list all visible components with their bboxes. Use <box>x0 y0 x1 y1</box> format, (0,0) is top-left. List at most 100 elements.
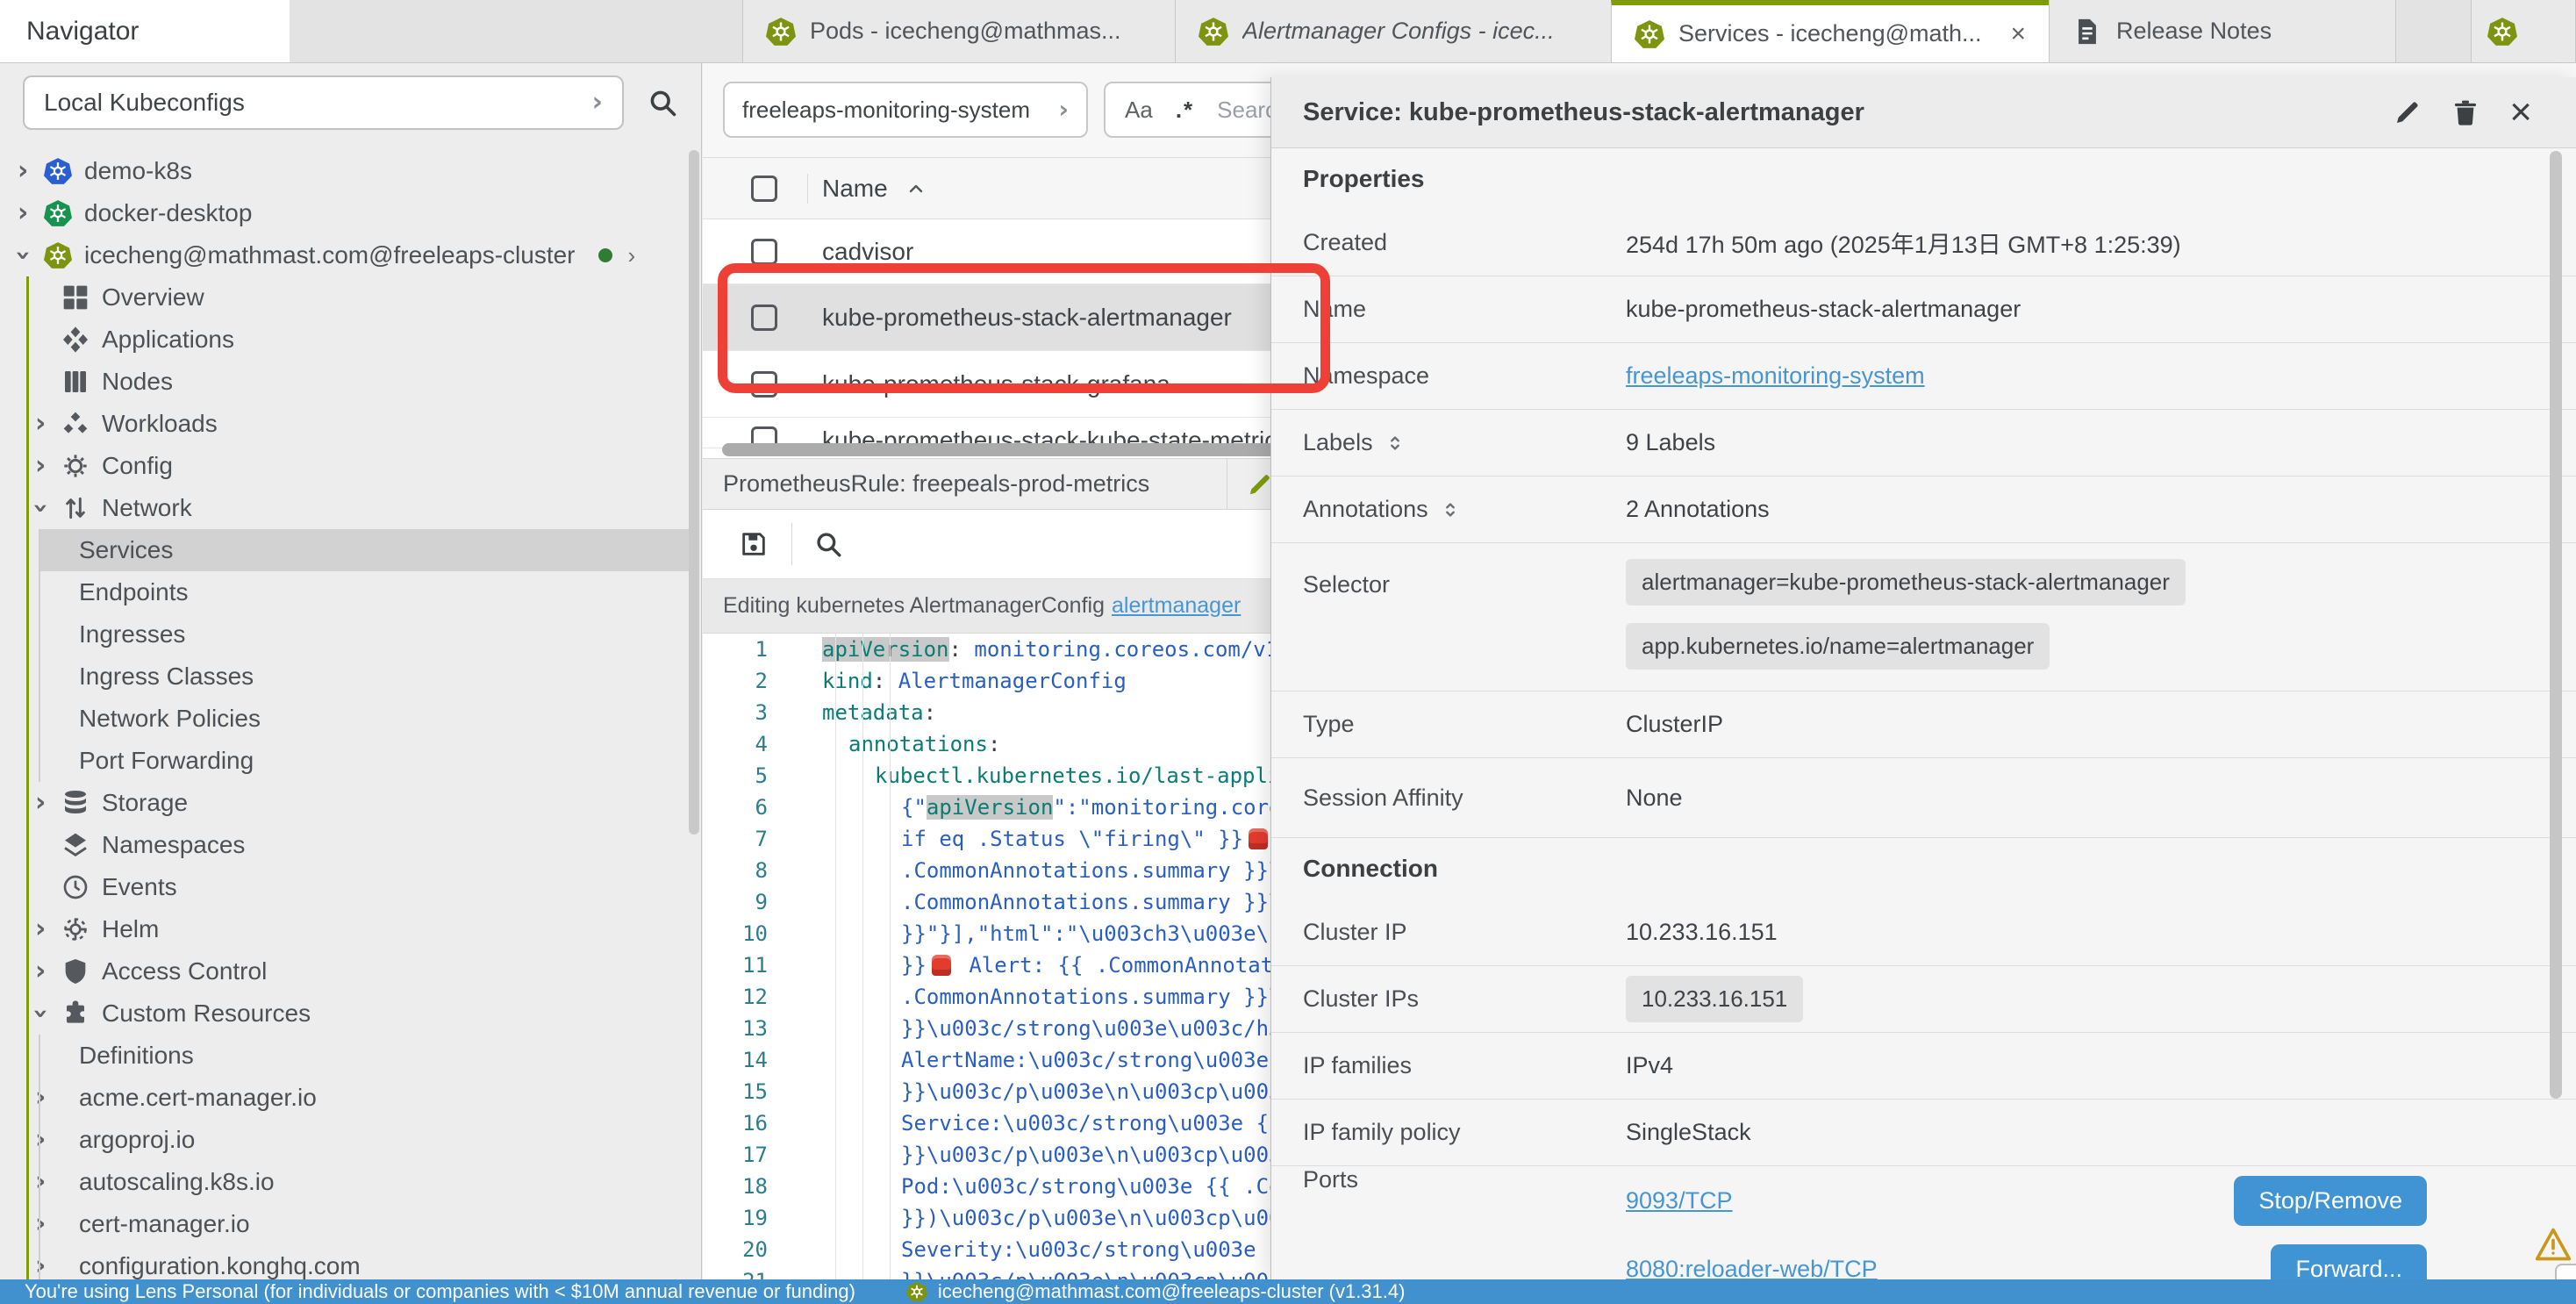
sort-arrows-icon[interactable] <box>1385 433 1405 453</box>
save-icon[interactable] <box>739 529 769 559</box>
property-label-text: Cluster IP <box>1303 919 1407 946</box>
sidebar-item-definitions[interactable]: Definitions <box>0 1035 689 1077</box>
sidebar-item-custom-resources[interactable]: › Custom Resources <box>0 992 689 1035</box>
drawer-title: Service: kube-prometheus-stack-alertmana… <box>1303 98 1864 127</box>
close-icon[interactable]: × <box>2509 93 2532 132</box>
property-label-text: Created <box>1303 229 1387 256</box>
sidebar-item-label: Nodes <box>102 368 173 396</box>
chevron-right-icon[interactable]: › <box>35 790 61 816</box>
column-header-name[interactable]: Name <box>822 175 888 203</box>
property-label-text: Labels <box>1303 429 1373 456</box>
sidebar-item-ingresses[interactable]: Ingresses <box>0 613 689 656</box>
sidebar-item-config[interactable]: ›Config <box>0 445 689 487</box>
close-tab-icon[interactable]: × <box>1998 19 2026 49</box>
sidebar-item-label: Network <box>102 494 192 522</box>
sidebar-item-helm[interactable]: ›Helm <box>0 908 689 950</box>
chevron-right-icon[interactable]: › <box>18 200 44 226</box>
select-all-checkbox[interactable] <box>751 176 777 202</box>
sidebar-item-nodes[interactable]: Nodes <box>0 361 689 403</box>
sidebar-item-overview[interactable]: Overview <box>0 276 689 319</box>
sidebar-item-autoscaling-k8s-io[interactable]: ›autoscaling.k8s.io <box>0 1161 689 1203</box>
property-row-cluster-ip: Cluster IP10.233.16.151 <box>1271 899 2576 966</box>
chevron-right-icon[interactable]: › <box>35 453 61 479</box>
active-cluster-status[interactable]: icecheng@mathmast.com@freeleaps-cluster … <box>906 1280 1406 1303</box>
sidebar-item-configuration-konghq-com[interactable]: ›configuration.konghq.com <box>0 1245 689 1279</box>
chevron-down-icon[interactable]: › <box>35 1000 61 1027</box>
chevron-down-icon[interactable]: › <box>18 242 44 269</box>
property-row-created: Created254d 17h 50m ago (2025年1月13日 GMT+… <box>1271 210 2576 276</box>
sidebar-item-demo-k8s[interactable]: ›demo-k8s <box>0 150 689 192</box>
sidebar-item-acme-cert-manager-io[interactable]: ›acme.cert-manager.io <box>0 1077 689 1119</box>
sidebar-item-label: Custom Resources <box>102 999 311 1028</box>
tab-label: Alertmanager Configs - icec... <box>1242 18 1555 45</box>
row-checkbox[interactable] <box>751 239 777 265</box>
sidebar-scrollbar[interactable] <box>689 150 699 835</box>
property-label-text: Ports <box>1303 1166 1358 1193</box>
editor-search-icon[interactable] <box>813 529 843 559</box>
pencil-icon[interactable] <box>1247 471 1273 498</box>
line-number: 11 <box>703 953 794 978</box>
tab-Services - icecheng@math...[interactable]: Services - icecheng@math...× <box>1611 0 2050 62</box>
sidebar-item-label: Events <box>102 873 177 901</box>
chevron-right-icon[interactable]: › <box>35 958 61 985</box>
namespace-link[interactable]: freeleaps-monitoring-system <box>1626 362 1925 389</box>
sidebar-item-workloads[interactable]: ›Workloads <box>0 403 689 445</box>
sidebar-item-cert-manager-io[interactable]: ›cert-manager.io <box>0 1203 689 1245</box>
sidebar-item-network-policies[interactable]: Network Policies <box>0 698 689 740</box>
delete-service-icon[interactable] <box>2451 98 2479 126</box>
search-icon[interactable] <box>647 87 678 118</box>
sidebar-item-ingress-classes[interactable]: Ingress Classes <box>0 656 689 698</box>
sidebar-item-docker-desktop[interactable]: › docker-desktop <box>0 192 689 234</box>
sidebar-item-events[interactable]: Events <box>0 866 689 908</box>
chevron-right-icon[interactable]: › <box>628 242 636 269</box>
sidebar-item-label: autoscaling.k8s.io <box>79 1168 275 1196</box>
port-link[interactable]: 8080:reloader-web/TCP <box>1626 1256 1878 1280</box>
k8s-icon <box>44 157 72 185</box>
chevron-glyph: › <box>35 411 46 437</box>
edit-service-icon[interactable] <box>2394 98 2422 126</box>
sidebar-item-applications[interactable]: Applications <box>0 319 689 361</box>
tab-label: Release Notes <box>2116 18 2272 45</box>
regex-icon[interactable]: .* <box>1176 97 1194 124</box>
sidebar-item-services[interactable]: Services <box>0 529 689 571</box>
tab-label: Pods - icecheng@mathmas... <box>810 18 1121 45</box>
sidebar-item-access-control[interactable]: ›Access Control <box>0 950 689 992</box>
chevron-right-icon[interactable]: › <box>18 158 44 184</box>
stop-remove-button[interactable]: Stop/Remove <box>2234 1176 2427 1226</box>
sidebar-item-port-forwarding[interactable]: Port Forwarding <box>0 740 689 782</box>
tab-Release Notes[interactable]: Release Notes <box>2049 0 2396 62</box>
code-text: if eq .Status \"firing\" }} <box>794 827 1273 851</box>
sidebar-item-icecheng-mathmast-com-freeleaps-cluster[interactable]: ›icecheng@mathmast.com@freeleaps-cluster… <box>0 234 689 276</box>
sidebar-item-storage[interactable]: ›Storage <box>0 782 689 824</box>
document-icon <box>2072 17 2102 47</box>
chevron-right-icon[interactable]: › <box>35 916 61 942</box>
line-number: 5 <box>703 763 794 788</box>
sidebar-item-argoproj-io[interactable]: ›argoproj.io <box>0 1119 689 1161</box>
line-number: 9 <box>703 890 794 914</box>
tab-Pods - icecheng@mathmas...[interactable]: Pods - icecheng@mathmas... <box>742 0 1176 62</box>
port-link[interactable]: 9093/TCP <box>1626 1187 1733 1214</box>
code-token: Pod:\u003c/strong\u003e {{ .Co <box>901 1174 1281 1199</box>
service-name: cadvisor <box>822 238 913 266</box>
kubeconfig-selector[interactable]: Local Kubeconfigs ›︎ <box>23 75 624 130</box>
sidebar-item-label: Definitions <box>79 1042 194 1070</box>
sidebar-item-endpoints[interactable]: Endpoints <box>0 571 689 613</box>
drawer-scrollbar[interactable] <box>2550 151 2562 1099</box>
sidebar-item-namespaces[interactable]: Namespaces <box>0 824 689 866</box>
sidebar-item-label: docker-desktop <box>84 199 252 227</box>
chevron-down-icon[interactable]: › <box>35 495 61 521</box>
property-row-cluster-ips: Cluster IPs10.233.16.151 <box>1271 966 2576 1033</box>
property-row-selector: Selectoralertmanager=kube-prometheus-sta… <box>1271 543 2576 691</box>
forward-button[interactable]: Forward... <box>2271 1244 2427 1280</box>
match-case-icon[interactable]: Aa <box>1125 97 1153 124</box>
alertmanager-link[interactable]: alertmanager <box>1112 593 1241 619</box>
namespace-selector[interactable]: freeleaps-monitoring-system ›︎ <box>723 82 1088 138</box>
sort-arrows-icon[interactable] <box>1441 500 1460 519</box>
sidebar-item-network[interactable]: › Network <box>0 487 689 529</box>
tab-Alertmanager Configs - icec...[interactable]: Alertmanager Configs - icec... <box>1175 0 1612 62</box>
chevron-right-icon[interactable]: › <box>35 411 61 437</box>
code-token: : <box>924 700 936 725</box>
tab-partial[interactable] <box>2471 0 2576 62</box>
tab-bar: Navigator Pods - icecheng@mathmas...Aler… <box>0 0 2576 63</box>
sort-ascending-icon[interactable] <box>905 178 927 199</box>
